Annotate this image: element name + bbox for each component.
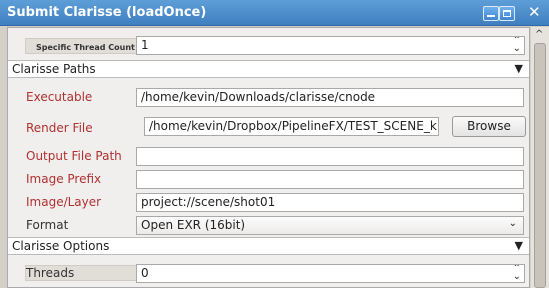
- format-value: Open EXR (16bit): [141, 218, 246, 232]
- image-prefix-row: Image Prefix: [8, 168, 529, 190]
- image-layer-label: Image/Layer: [26, 195, 102, 209]
- scrollbar-thumb[interactable]: [534, 43, 546, 288]
- output-file-path-input[interactable]: [136, 147, 524, 166]
- format-label: Format: [26, 218, 69, 232]
- form-panel: Specific Thread Count 1 ⌃ ⌄ Clarisse Path…: [7, 27, 530, 288]
- threads-row: Threads 0 ⌃ ⌄: [8, 261, 529, 285]
- render-file-input[interactable]: /home/kevin/Dropbox/PipelineFX/TEST_SCEN…: [144, 117, 439, 136]
- render-file-row: Render File /home/kevin/Dropbox/Pipeline…: [8, 114, 529, 140]
- threads-value: 0: [141, 266, 149, 280]
- clarisse-options-section[interactable]: Clarisse Options ▼: [8, 237, 529, 255]
- spin-arrows-icon[interactable]: ⌃ ⌄: [513, 265, 521, 282]
- threads-label: Threads: [26, 266, 75, 280]
- collapse-triangle-icon[interactable]: ▼: [515, 239, 523, 252]
- specific-thread-count-value: 1: [141, 38, 149, 52]
- maximize-button[interactable]: [499, 6, 515, 21]
- format-row: Format Open EXR (16bit) ⌄: [8, 214, 529, 236]
- threads-spinbox[interactable]: 0 ⌃ ⌄: [136, 264, 525, 283]
- image-layer-row: Image/Layer project://scene/shot01: [8, 191, 529, 213]
- image-prefix-input[interactable]: [136, 170, 524, 189]
- format-select[interactable]: Open EXR (16bit) ⌄: [136, 216, 524, 235]
- executable-input[interactable]: /home/kevin/Downloads/clarisse/cnode: [136, 88, 524, 107]
- output-file-path-row: Output File Path: [8, 145, 529, 167]
- image-prefix-label: Image Prefix: [26, 172, 102, 186]
- chevron-down-icon[interactable]: ⌄: [509, 218, 517, 229]
- minimize-button[interactable]: [483, 6, 499, 21]
- scroll-up-icon[interactable]: ^: [535, 29, 543, 40]
- specific-thread-count-spinbox[interactable]: 1 ⌃ ⌄: [136, 36, 525, 55]
- clarisse-paths-section[interactable]: Clarisse Paths ▼: [8, 60, 529, 78]
- clarisse-options-title: Clarisse Options: [12, 239, 110, 253]
- render-file-label: Render File: [26, 121, 93, 135]
- executable-row: Executable /home/kevin/Downloads/clariss…: [8, 86, 529, 108]
- title-bar: Submit Clarisse (loadOnce) ✕: [0, 0, 549, 26]
- image-layer-input[interactable]: project://scene/shot01: [136, 193, 524, 212]
- clarisse-paths-title: Clarisse Paths: [12, 62, 96, 76]
- specific-thread-count-label: Specific Thread Count: [36, 43, 135, 52]
- collapse-triangle-icon[interactable]: ▼: [515, 62, 523, 75]
- executable-label: Executable: [26, 90, 93, 104]
- specific-thread-count-row: Specific Thread Count 1 ⌃ ⌄: [8, 35, 529, 55]
- close-icon[interactable]: ✕: [528, 3, 541, 21]
- window-title: Submit Clarisse (loadOnce): [7, 5, 207, 20]
- browse-button[interactable]: Browse: [452, 116, 526, 137]
- output-file-path-label: Output File Path: [26, 149, 122, 163]
- vertical-scrollbar[interactable]: ^: [531, 27, 549, 288]
- spin-arrows-icon[interactable]: ⌃ ⌄: [513, 37, 521, 54]
